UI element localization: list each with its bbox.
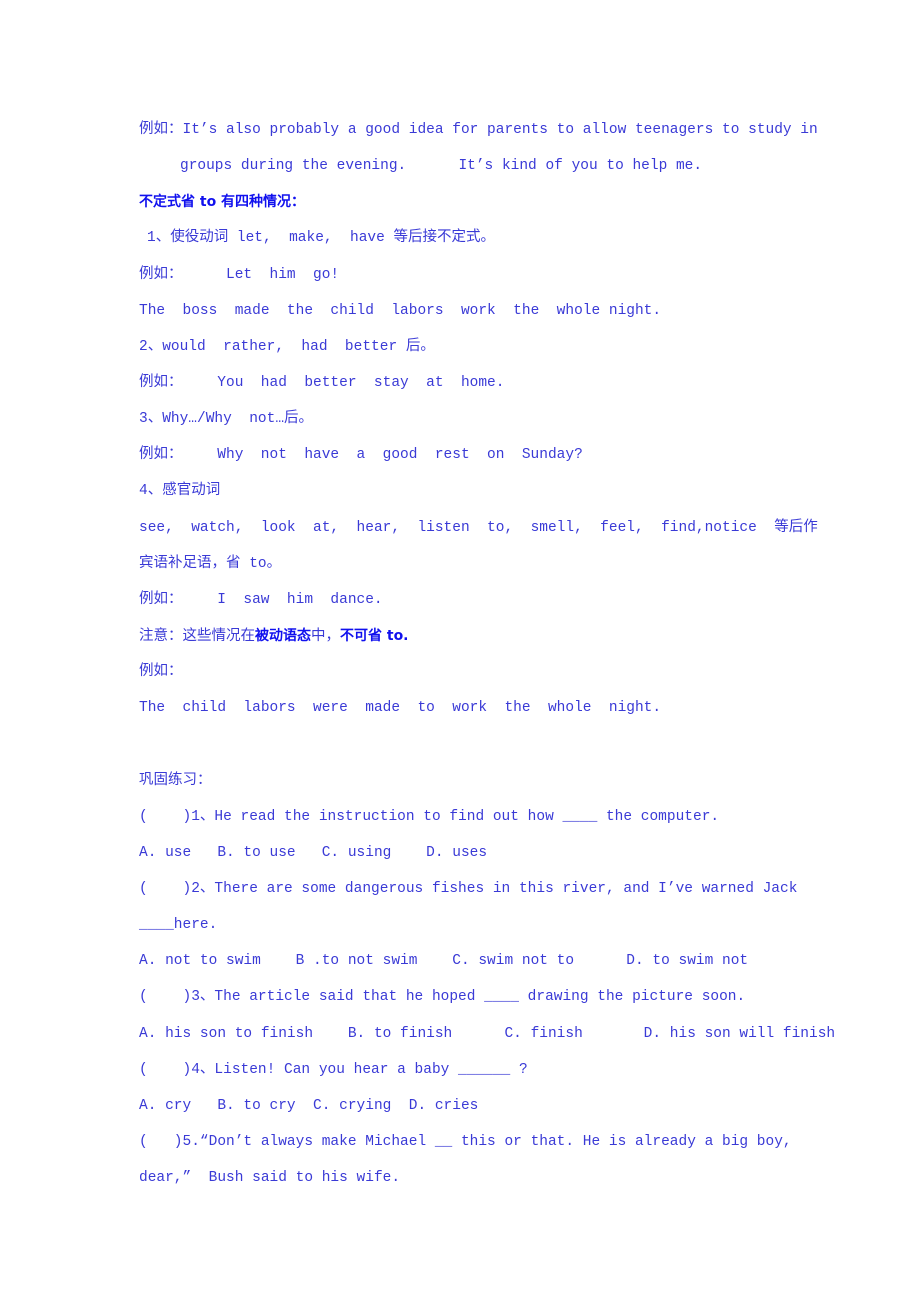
case-4-verbs: see, watch, look at, hear, listen to, sm… [139, 519, 818, 536]
note-example-sentence: The child labors were made to work the w… [139, 700, 662, 717]
exercise-5-question: ( )5.“Don’t always make Michael __ this … [139, 1133, 792, 1150]
example-intro-line: 例如：It’s also probably a good idea for pa… [139, 122, 818, 138]
section-heading: 不定式省 to 有四种情况： [139, 194, 306, 211]
case-3-example: 例如： Why not have a good rest on Sunday? [139, 447, 583, 464]
document-page: 例如：It’s also probably a good idea for pa… [139, 112, 836, 1196]
exercise-heading: 巩固练习： [139, 772, 212, 789]
exercise-2-options: A. not to swim B .to not swim C. swim no… [139, 953, 749, 970]
exercise-1-question: ( )1、He read the instruction to find out… [139, 808, 720, 825]
exercise-2-question-continuation: ____here. [139, 917, 218, 934]
note-example-label: 例如： [139, 664, 183, 681]
note-emphasis-cannot-omit: 不可省 to. [340, 627, 409, 644]
exercise-2-question: ( )2、There are some dangerous fishes in … [139, 880, 798, 897]
case-1-example: 例如： Let him go! [139, 266, 340, 283]
note-emphasis-passive-voice: 被动语态 [255, 627, 311, 644]
case-1-title: 1、使役动词 let, make, have 等后接不定式。 [147, 230, 496, 247]
exercise-1-options: A. use B. to use C. using D. uses [139, 844, 488, 861]
case-4-verbs-continuation: 宾语补足语，省 to。 [139, 555, 282, 572]
exercise-4-question: ( )4、Listen! Can you hear a baby ______ … [139, 1061, 528, 1078]
case-1-sentence: The boss made the child labors work the … [139, 302, 662, 319]
case-4-title: 4、感官动词 [139, 483, 221, 500]
note-middle: 中， [311, 628, 340, 645]
example-intro-continuation: groups during the evening. It’s kind of … [180, 158, 703, 175]
case-2-title: 2、would rather, had better 后。 [139, 338, 435, 355]
exercise-3-question: ( )3、The article said that he hoped ____… [139, 989, 746, 1006]
case-3-title: 3、Why…/Why not…后。 [139, 411, 314, 428]
note-prefix: 注意：这些情况在 [139, 628, 255, 645]
exercise-5-question-continuation: dear,” Bush said to his wife. [139, 1170, 401, 1187]
exercise-4-options: A. cry B. to cry C. crying D. cries [139, 1097, 479, 1114]
exercise-3-options: A. his son to finish B. to finish C. fin… [139, 1025, 836, 1042]
note-line: 注意：这些情况在被动语态中，不可省 to. [139, 618, 799, 654]
case-4-example: 例如： I saw him dance. [139, 591, 383, 608]
case-2-example: 例如： You had better stay at home. [139, 374, 505, 391]
